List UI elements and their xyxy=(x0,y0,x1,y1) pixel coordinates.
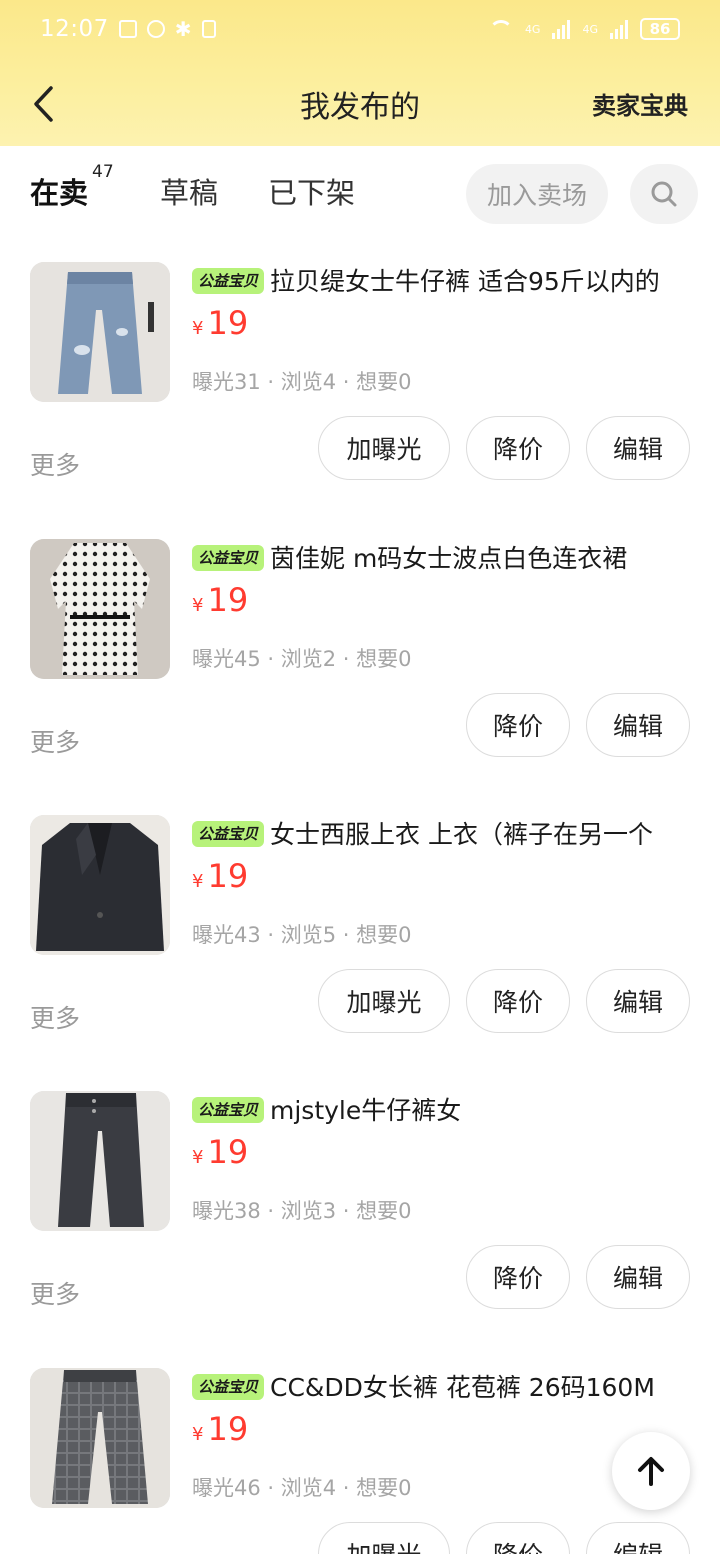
item-price: ¥ 19 xyxy=(192,304,248,342)
nfc-icon xyxy=(118,20,137,38)
item-price: ¥ 19 xyxy=(192,581,248,619)
price-value: 19 xyxy=(207,1410,249,1448)
vibrate-icon xyxy=(201,20,216,38)
edit-button[interactable]: 编辑 xyxy=(586,1245,690,1309)
item-price: ¥ 19 xyxy=(192,1133,248,1171)
charity-badge: 公益宝贝 xyxy=(192,545,265,571)
item-stats: 曝光38 · 浏览3 · 想要0 xyxy=(192,1199,412,1223)
item-stats: 曝光31 · 浏览4 · 想要0 xyxy=(192,370,412,394)
listing-item[interactable]: 公益宝贝 mjstyle牛仔裤女 ¥ 19 曝光38 · 浏览3 · 想要0 更… xyxy=(0,1075,720,1325)
more-button[interactable]: 更多 xyxy=(30,446,80,482)
listing-item[interactable]: 公益宝贝 茵佳妮 m码女士波点白色连衣裙 ¥ 19 曝光45 · 浏览2 · 想… xyxy=(0,523,720,773)
item-stats: 曝光45 · 浏览2 · 想要0 xyxy=(192,647,412,671)
alarm-icon xyxy=(146,20,165,38)
tab-on-sale-count: 47 xyxy=(92,162,114,182)
currency-symbol: ¥ xyxy=(192,871,204,892)
network-label-right: 4G xyxy=(582,22,598,36)
product-image-jeans[interactable] xyxy=(30,262,170,402)
product-image-dress[interactable] xyxy=(30,539,170,679)
signal-icon xyxy=(552,19,571,39)
tab-removed[interactable]: 已下架 xyxy=(268,170,355,212)
blazer-image xyxy=(30,815,170,955)
edit-button[interactable]: 编辑 xyxy=(586,1522,690,1554)
bluetooth-icon: ✱ xyxy=(174,17,192,41)
more-button[interactable]: 更多 xyxy=(30,1275,80,1311)
status-left: 12:07 ✱ xyxy=(40,16,216,42)
price-value: 19 xyxy=(207,304,249,342)
back-to-top-button[interactable] xyxy=(612,1432,690,1510)
status-right: 4G 4G 86 xyxy=(488,18,680,40)
product-image-dark-jeans[interactable] xyxy=(30,1091,170,1231)
battery-indicator: 86 xyxy=(640,18,680,40)
boost-exposure-button[interactable]: 加曝光 xyxy=(318,416,450,480)
tab-drafts[interactable]: 草稿 xyxy=(160,170,218,212)
item-actions: 加曝光 降价 编辑 xyxy=(318,416,690,480)
page: 12:07 ✱ 4G 4G 86 我发布的 卖家宝典 在卖 47 草稿 已下架 … xyxy=(0,0,720,1554)
tab-on-sale[interactable]: 在卖 47 xyxy=(30,162,114,212)
item-actions: 加曝光 降价 编辑 xyxy=(318,1522,690,1554)
item-title[interactable]: mjstyle牛仔裤女 xyxy=(270,1091,700,1127)
search-button[interactable] xyxy=(630,164,698,224)
charity-badge: 公益宝贝 xyxy=(192,268,265,294)
item-title[interactable]: CC&DD女长裤 花苞裤 26码160M xyxy=(270,1368,700,1404)
signal-icon-2 xyxy=(610,19,628,39)
currency-symbol: ¥ xyxy=(192,1424,204,1445)
currency-symbol: ¥ xyxy=(192,1147,204,1168)
boost-exposure-button[interactable]: 加曝光 xyxy=(318,969,450,1033)
listing-item[interactable]: 公益宝贝 CC&DD女长裤 花苞裤 26码160M ¥ 19 曝光46 · 浏览… xyxy=(0,1352,720,1554)
wifi-icon xyxy=(488,20,513,38)
reduce-price-button[interactable]: 降价 xyxy=(466,693,570,757)
search-icon xyxy=(651,181,677,207)
reduce-price-button[interactable]: 降价 xyxy=(466,969,570,1033)
item-price: ¥ 19 xyxy=(192,857,248,895)
listing-item[interactable]: 公益宝贝 拉贝缇女士牛仔裤 适合95斤以内的 ¥ 19 曝光31 · 浏览4 ·… xyxy=(0,246,720,496)
polka-dot-dress-image xyxy=(30,539,170,679)
item-price: ¥ 19 xyxy=(192,1410,248,1448)
status-time: 12:07 xyxy=(40,16,109,42)
more-button[interactable]: 更多 xyxy=(30,999,80,1035)
price-value: 19 xyxy=(207,1133,249,1171)
product-image-blazer[interactable] xyxy=(30,815,170,955)
arrow-up-icon xyxy=(638,1457,664,1486)
item-title[interactable]: 茵佳妮 m码女士波点白色连衣裙 xyxy=(270,539,700,575)
charity-badge: 公益宝贝 xyxy=(192,1374,265,1400)
currency-symbol: ¥ xyxy=(192,595,204,616)
status-bar: 12:07 ✱ 4G 4G 86 xyxy=(0,0,720,58)
price-value: 19 xyxy=(207,581,249,619)
item-actions: 降价 编辑 xyxy=(466,1245,690,1309)
more-button[interactable]: 更多 xyxy=(30,723,80,759)
reduce-price-button[interactable]: 降价 xyxy=(466,416,570,480)
tab-on-sale-label: 在卖 xyxy=(30,176,89,210)
boost-exposure-button[interactable]: 加曝光 xyxy=(318,1522,450,1554)
edit-button[interactable]: 编辑 xyxy=(586,969,690,1033)
reduce-price-button[interactable]: 降价 xyxy=(466,1522,570,1554)
item-title[interactable]: 拉贝缇女士牛仔裤 适合95斤以内的 xyxy=(270,262,700,298)
item-actions: 加曝光 降价 编辑 xyxy=(318,969,690,1033)
dark-jeans-image xyxy=(30,1091,170,1231)
seller-guide-link[interactable]: 卖家宝典 xyxy=(592,86,688,121)
reduce-price-button[interactable]: 降价 xyxy=(466,1245,570,1309)
chevron-left-icon xyxy=(34,86,53,122)
item-stats: 曝光43 · 浏览5 · 想要0 xyxy=(192,923,412,947)
listing-item[interactable]: 公益宝贝 女士西服上衣 上衣（裤子在另一个 ¥ 19 曝光43 · 浏览5 · … xyxy=(0,799,720,1049)
network-label-left: 4G xyxy=(524,22,541,36)
charity-badge: 公益宝贝 xyxy=(192,821,265,847)
product-image-plaid-pants[interactable] xyxy=(30,1368,170,1508)
tabs-row: 在卖 47 草稿 已下架 加入卖场 xyxy=(0,146,720,242)
charity-badge: 公益宝贝 xyxy=(192,1097,265,1123)
edit-button[interactable]: 编辑 xyxy=(586,416,690,480)
item-title[interactable]: 女士西服上衣 上衣（裤子在另一个 xyxy=(270,815,700,851)
item-actions: 降价 编辑 xyxy=(466,693,690,757)
nav-bar: 我发布的 卖家宝典 xyxy=(0,64,720,144)
join-market-button[interactable]: 加入卖场 xyxy=(466,164,608,224)
item-stats: 曝光46 · 浏览4 · 想要0 xyxy=(192,1476,412,1500)
back-button[interactable] xyxy=(22,78,66,130)
jeans-image xyxy=(30,262,170,402)
price-value: 19 xyxy=(207,857,249,895)
plaid-pants-image xyxy=(30,1368,170,1508)
currency-symbol: ¥ xyxy=(192,318,204,339)
edit-button[interactable]: 编辑 xyxy=(586,693,690,757)
